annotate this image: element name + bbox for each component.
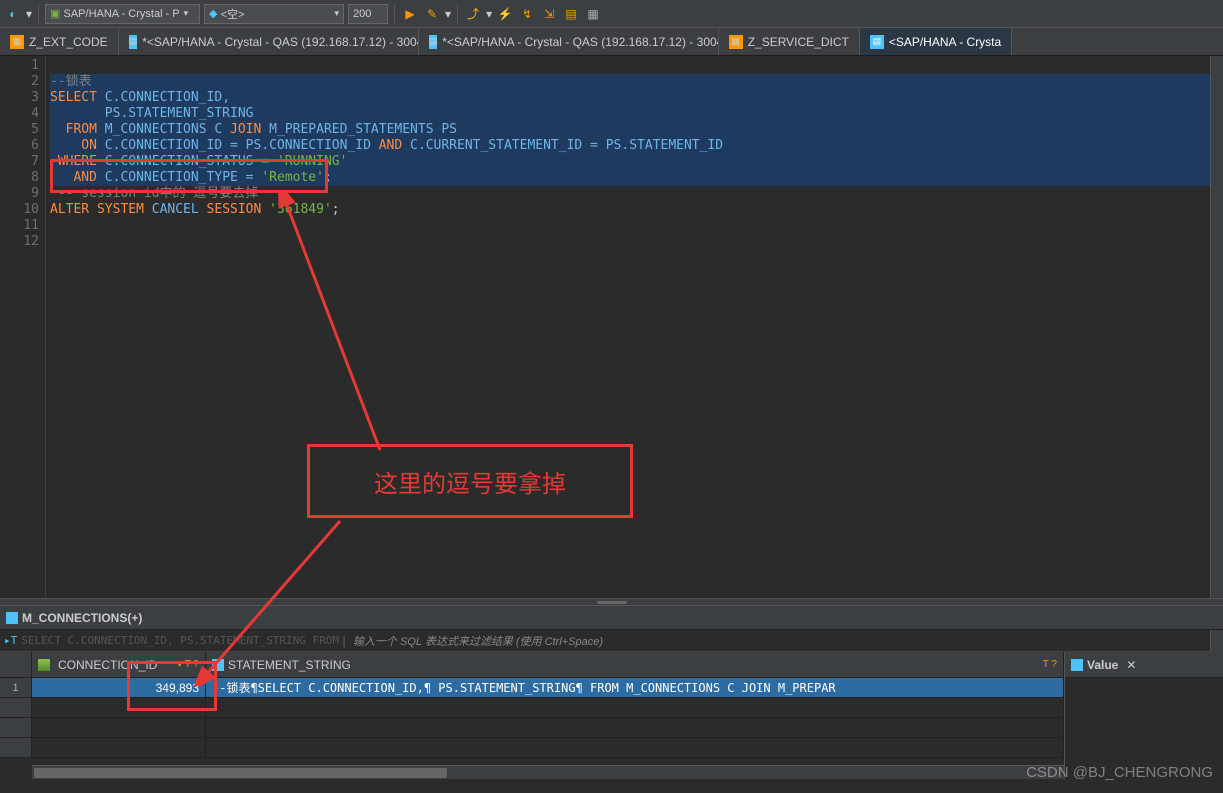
toolbar-icon-1[interactable]: ◐ (4, 5, 22, 23)
sql-filter-icon: ▸T (4, 634, 17, 647)
close-icon[interactable]: ✕ (1126, 658, 1136, 672)
filter-hint[interactable]: 输入一个 SQL 表达式来过滤结果 (使用 Ctrl+Space) (353, 633, 603, 649)
tab-z-service-dict[interactable]: ▦ Z_SERVICE_DICT (719, 28, 860, 55)
row-number: 1 (0, 678, 32, 697)
column-statement-string[interactable]: STATEMENT_STRING T ? (206, 652, 1064, 677)
dd-arrow-2[interactable]: ▾ (445, 7, 451, 21)
bolt-icon-1[interactable]: ⚡ (496, 5, 514, 23)
sql-editor[interactable]: 1 2 3 4 5 6 7 8 9 10 11 12 --锁表SELECT C.… (0, 56, 1223, 598)
value-panel: Value ✕ (1065, 652, 1223, 779)
tab-label: Z_SERVICE_DICT (748, 35, 849, 49)
cell-connection-id[interactable]: 349,893 (32, 678, 206, 697)
column-filter-icons[interactable]: T ? (1043, 659, 1057, 670)
results-tabbar: M_CONNECTIONS(+) (0, 606, 1223, 630)
dd-arrow[interactable]: ▾ (26, 7, 32, 21)
text-type-icon (212, 659, 224, 671)
db-connection-label: SAP/HANA - Crystal - P (64, 8, 180, 20)
dd-arrow-3[interactable]: ▾ (486, 7, 492, 21)
cell-statement-string[interactable]: --锁表¶SELECT C.CONNECTION_ID,¶ PS.STATEME… (206, 678, 1064, 697)
separator (457, 5, 458, 23)
grid-row-empty (0, 698, 1064, 718)
value-icon (1071, 659, 1083, 671)
filter-divider: | (339, 634, 349, 648)
grid-row-empty (0, 738, 1064, 758)
sql-icon: ▤ (870, 35, 884, 49)
results-tab-label: M_CONNECTIONS(+) (22, 611, 142, 625)
main-toolbar: ◐ ▾ ▣ SAP/HANA - Crystal - P ▾ ◆ <空> ▾ 2… (0, 0, 1223, 28)
tab-sql-qas-1[interactable]: ▤ *<SAP/HANA - Crystal - QAS (192.168.17… (119, 28, 419, 55)
table-icon: ▦ (729, 35, 743, 49)
grid-icon (6, 612, 18, 624)
results-tab-mconnections[interactable]: M_CONNECTIONS(+) (6, 611, 142, 625)
tab-label: *<SAP/HANA - Crystal - QAS (192.168.17.1… (142, 35, 418, 49)
run-icon[interactable]: ▶ (401, 5, 419, 23)
schema-label: <空> (221, 6, 245, 22)
db-connection-dropdown[interactable]: ▣ SAP/HANA - Crystal - P ▾ (45, 4, 200, 24)
column-filter-icons[interactable]: ▾ T ? (177, 659, 199, 670)
grid-header: CONNECTION_ID ▾ T ? STATEMENT_STRING T ? (0, 652, 1064, 678)
column-label: STATEMENT_STRING (228, 658, 351, 672)
filter-scrollbar[interactable] (1210, 630, 1223, 652)
column-connection-id[interactable]: CONNECTION_ID ▾ T ? (32, 652, 206, 677)
grid-corner[interactable] (0, 652, 32, 677)
results-grid: CONNECTION_ID ▾ T ? STATEMENT_STRING T ?… (0, 652, 1065, 779)
grid-row-1[interactable]: 1 349,893 --锁表¶SELECT C.CONNECTION_ID,¶ … (0, 678, 1064, 698)
tab-sql-crystal-active[interactable]: ▤ <SAP/HANA - Crysta (860, 28, 1012, 55)
results-filter-bar: ▸T SELECT C.CONNECTION_ID, PS.STATEMENT_… (0, 630, 1223, 652)
db-icon: ▣ (50, 7, 60, 20)
filter-sql-echo: SELECT C.CONNECTION_ID, PS.STATEMENT_STR… (21, 634, 339, 647)
doc-icon[interactable]: ▦ (584, 5, 602, 23)
results-area: CONNECTION_ID ▾ T ? STATEMENT_STRING T ?… (0, 652, 1223, 779)
pagesize-value: 200 (353, 8, 371, 20)
separator (394, 5, 395, 23)
value-panel-header: Value ✕ (1065, 652, 1223, 678)
number-type-icon (38, 659, 50, 671)
code-content[interactable]: --锁表SELECT C.CONNECTION_ID, PS.STATEMENT… (46, 56, 1223, 598)
tab-label: Z_EXT_CODE (29, 35, 108, 49)
bolt-icon-3[interactable]: ⇲ (540, 5, 558, 23)
schema-icon: ◆ (209, 7, 217, 20)
tab-sql-qas-2[interactable]: ▤ *<SAP/HANA - Crystal - QAS (192.168.17… (419, 28, 719, 55)
tab-z-ext-code[interactable]: ▦ Z_EXT_CODE (0, 28, 119, 55)
split-handle[interactable] (0, 598, 1223, 606)
value-panel-title: Value (1087, 658, 1118, 672)
pencil-icon[interactable]: ✎ (423, 5, 441, 23)
bolt-icon-2[interactable]: ↯ (518, 5, 536, 23)
editor-scrollbar[interactable] (1210, 56, 1223, 598)
sql-icon: ▤ (429, 35, 438, 49)
schema-dropdown[interactable]: ◆ <空> ▾ (204, 4, 344, 24)
horizontal-scrollbar[interactable] (32, 765, 1064, 779)
editor-tabbar: ▦ Z_EXT_CODE ▤ *<SAP/HANA - Crystal - QA… (0, 28, 1223, 56)
pagesize-input[interactable]: 200 (348, 4, 388, 24)
grid-row-empty (0, 718, 1064, 738)
watermark: CSDN @BJ_CHENGRONG (1026, 764, 1213, 781)
export-icon[interactable]: ⤴ (464, 5, 482, 23)
tab-label: <SAP/HANA - Crysta (889, 35, 1001, 49)
line-gutter: 1 2 3 4 5 6 7 8 9 10 11 12 (0, 56, 46, 598)
chart-icon[interactable]: ▤ (562, 5, 580, 23)
separator (38, 5, 39, 23)
sql-icon: ▤ (129, 35, 138, 49)
table-icon: ▦ (10, 35, 24, 49)
column-label: CONNECTION_ID (58, 658, 157, 672)
tab-label: *<SAP/HANA - Crystal - QAS (192.168.17.1… (442, 35, 718, 49)
